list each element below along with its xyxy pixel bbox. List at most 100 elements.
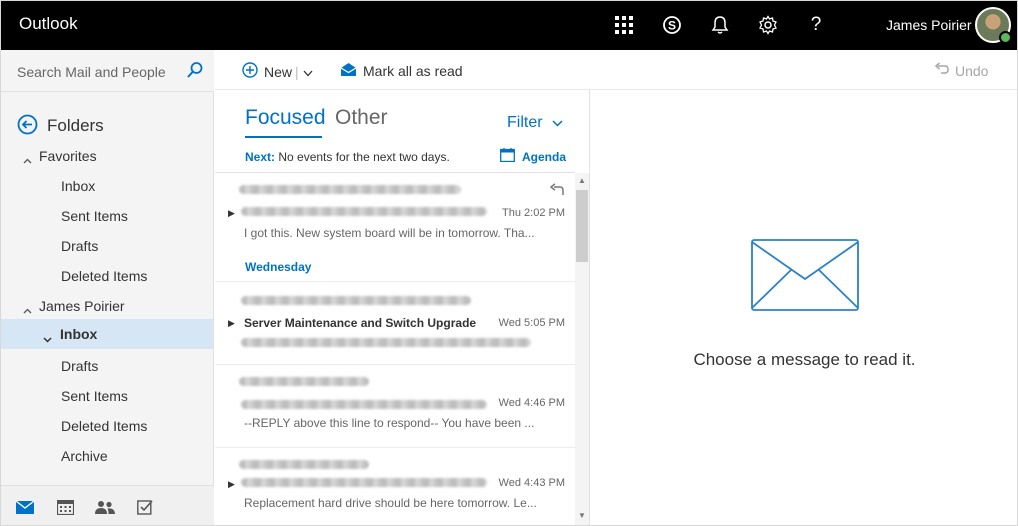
empty-reading-pane-text: Choose a message to read it. [693,350,916,369]
filter-button[interactable]: Filter [507,114,563,132]
module-switcher [0,485,214,526]
redacted-sender [239,460,369,469]
people-icon[interactable] [95,498,115,516]
skype-icon[interactable]: S [659,12,685,38]
help-icon[interactable]: ? [803,12,829,38]
message-time: Wed 4:43 PM [498,477,565,489]
agenda-label: Agenda [522,149,567,164]
envelope-icon [751,239,859,314]
tree-group-favorites[interactable]: Favorites [0,141,213,171]
tasks-icon[interactable] [135,498,155,516]
folder-label: Inbox [60,326,98,342]
folder-pane: Search Mail and People Folders Favorites… [0,50,214,526]
expand-conversation-icon[interactable]: ▶ [228,479,235,490]
chevron-up-icon[interactable] [23,151,32,167]
tab-focused-indicator [245,136,322,138]
filter-label: Filter [507,114,543,131]
calendar-icon [500,148,515,165]
back-arrow-icon[interactable] [17,114,38,138]
chevron-up-icon[interactable] [23,301,32,317]
tree-group-label: James Poirier [39,298,125,314]
undo-button[interactable]: Undo [934,62,988,79]
folder-label: Deleted Items [61,268,148,284]
message-preview: Replacement hard drive should be here to… [244,496,537,510]
redacted-subject [241,478,487,487]
folder-item-deleted-items[interactable]: Deleted Items [0,411,213,441]
reading-pane: Choose a message to read it. [591,90,1018,526]
folder-item-inbox[interactable]: Inbox [0,319,213,349]
message-item[interactable]: ▶ Wed 4:43 PM Replacement hard drive sho… [215,448,575,526]
folder-label: Deleted Items [61,418,148,434]
date-section-header: Wednesday [245,260,312,274]
scroll-up-arrow[interactable]: ▲ [577,176,587,186]
tree-group-label: Favorites [39,148,97,164]
command-bar: New | Mark all as read Undo [215,50,1018,90]
user-name[interactable]: James Poirier [886,17,972,33]
scroll-down-arrow[interactable]: ▼ [577,511,587,521]
chevron-down-icon[interactable] [303,64,313,80]
message-item[interactable]: Wed 4:46 PM --REPLY above this line to r… [215,365,575,447]
message-time: Wed 5:05 PM [498,317,565,329]
next-events-line: Next: No events for the next two days. [245,150,450,164]
message-list: Focused Other Filter Next: No events for… [215,90,590,526]
folder-label: Sent Items [61,388,128,404]
top-bar: Outlook S ? James Poirier [0,0,1018,50]
redacted-sender [239,185,461,194]
new-button[interactable]: New | [242,62,313,81]
app-launcher-icon[interactable] [611,12,637,38]
new-label: New [264,63,293,80]
redacted-sender [239,377,369,386]
folder-label: Drafts [61,358,99,374]
app-title[interactable]: Outlook [19,14,78,34]
expand-conversation-icon[interactable]: ▶ [228,208,235,219]
mail-icon[interactable] [15,498,35,516]
folder-item-favorites-sent-items[interactable]: Sent Items [0,201,213,231]
folders-header[interactable]: Folders [17,114,104,138]
folder-label: Drafts [61,238,99,254]
folder-label: Archive [61,448,108,464]
message-subject: Server Maintenance and Switch Upgrade [244,316,477,330]
next-label: Next: [245,150,276,164]
avatar[interactable] [975,7,1012,44]
presence-available-icon [999,31,1012,44]
redacted-subject [241,400,487,409]
search-box[interactable]: Search Mail and People [0,50,214,92]
undo-icon [934,62,949,79]
folder-item-sent-items[interactable]: Sent Items [0,381,213,411]
message-preview: --REPLY above this line to respond-- You… [244,416,535,430]
tab-other[interactable]: Other [335,106,388,130]
message-item[interactable]: ▶ Server Maintenance and Switch Upgrade … [215,282,575,364]
search-input[interactable]: Search Mail and People [17,64,166,80]
reply-icon [549,183,564,199]
folder-item-favorites-deleted-items[interactable]: Deleted Items [0,261,213,291]
message-preview: I got this. New system board will be in … [244,226,535,240]
message-time: Thu 2:02 PM [502,207,565,219]
split-divider: | [295,63,299,80]
calendar-icon[interactable] [55,498,75,516]
message-time: Wed 4:46 PM [498,397,565,409]
undo-label: Undo [955,62,989,79]
expand-conversation-icon[interactable]: ▶ [228,318,235,329]
tree-group-account[interactable]: James Poirier [0,291,213,321]
chevron-down-icon[interactable] [43,330,52,346]
scrollbar-thumb[interactable] [576,190,588,262]
folder-label: Inbox [61,178,96,194]
redacted-sender [241,296,471,305]
redacted-preview [241,338,531,347]
folder-item-archive[interactable]: Archive [0,441,213,471]
message-item[interactable]: ▶ Thu 2:02 PM I got this. New system boa… [215,173,575,251]
folder-item-drafts[interactable]: Drafts [0,351,213,381]
bell-icon[interactable] [707,12,733,38]
next-events-text: No events for the next two days. [278,150,450,164]
help-glyph: ? [810,14,822,35]
mark-all-read-button[interactable]: Mark all as read [340,62,463,80]
agenda-button[interactable]: Agenda [500,148,566,165]
mark-all-read-label: Mark all as read [363,63,463,79]
open-envelope-icon [340,62,357,80]
folder-item-favorites-inbox[interactable]: Inbox [0,171,213,201]
search-icon[interactable] [186,61,204,82]
gear-icon[interactable] [755,12,781,38]
folder-item-favorites-drafts[interactable]: Drafts [0,231,213,261]
redacted-subject [241,207,487,216]
tab-focused[interactable]: Focused [245,106,326,130]
